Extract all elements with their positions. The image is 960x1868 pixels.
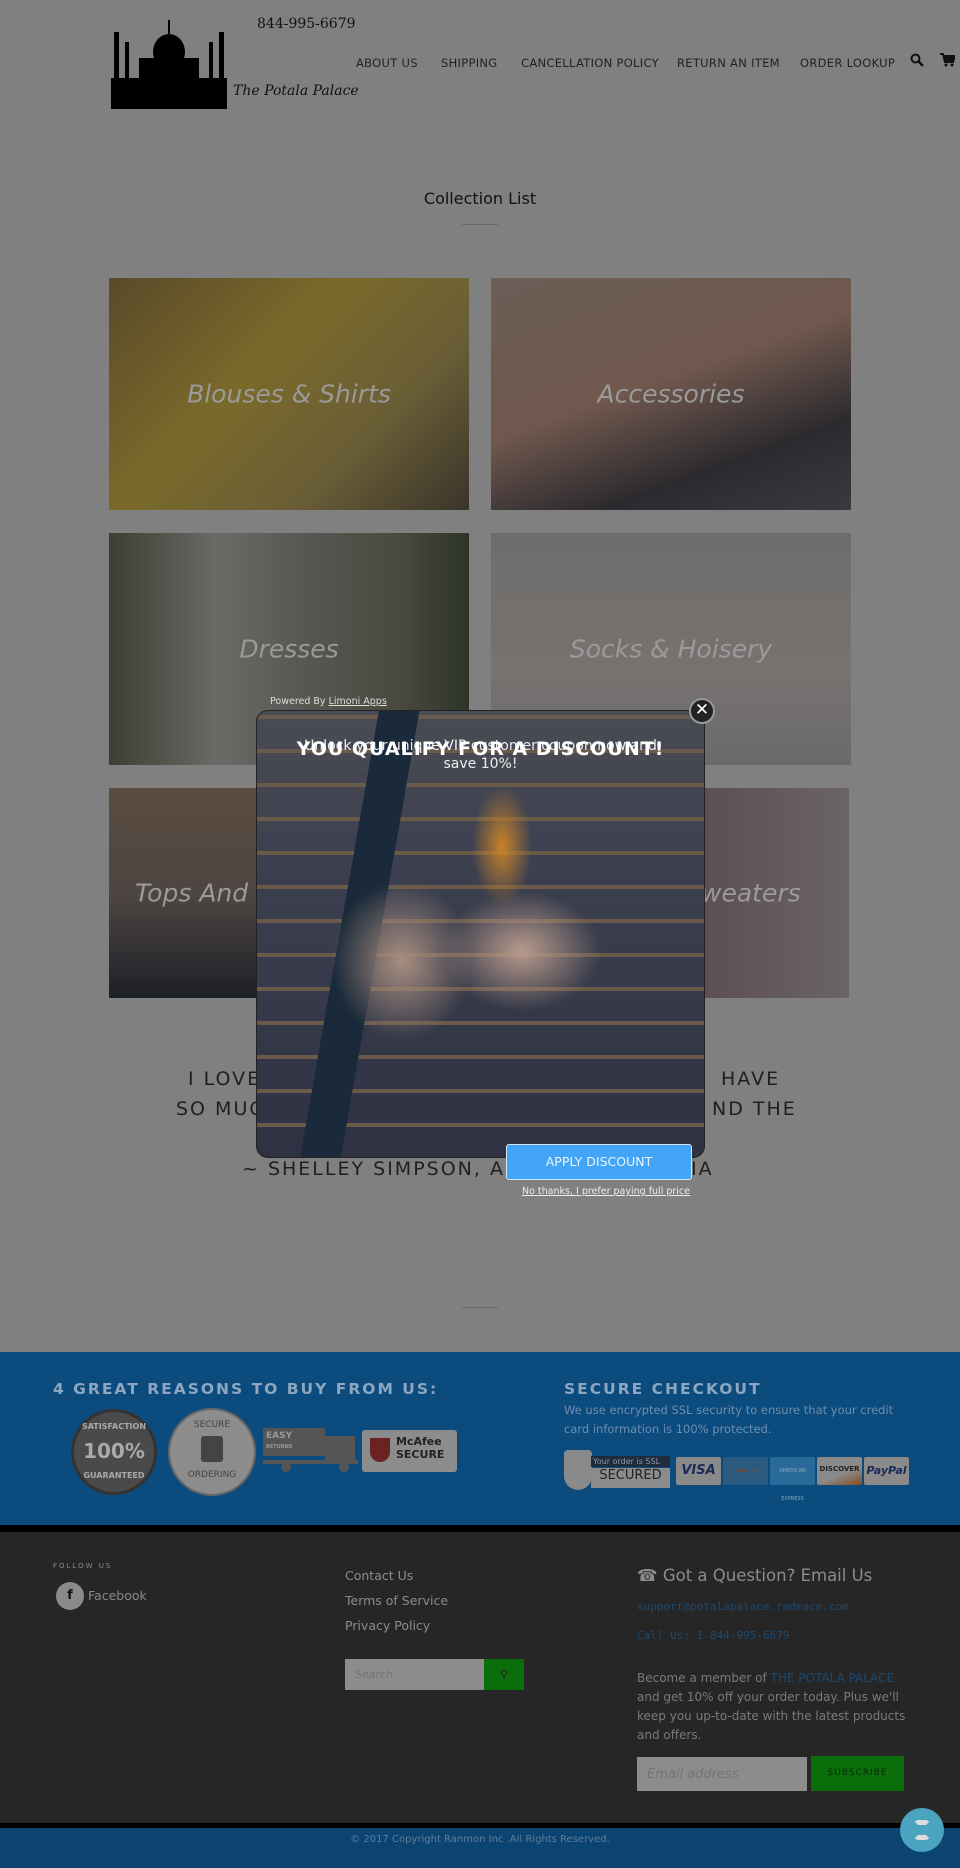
lock-icon xyxy=(201,1436,223,1462)
powered-by: Powered By Limoni Apps xyxy=(270,696,387,707)
divider xyxy=(462,1307,498,1308)
nav-return-an-item[interactable]: RETURN AN ITEM xyxy=(677,56,780,70)
logo[interactable] xyxy=(111,18,227,109)
secure-ordering-badge: SECURE ORDERING xyxy=(168,1408,256,1496)
reasons-title: 4 GREAT REASONS TO BUY FROM US: xyxy=(53,1380,439,1398)
limoni-apps-link[interactable]: Limoni Apps xyxy=(329,696,387,707)
newsletter-email-input[interactable] xyxy=(637,1757,807,1791)
tile-label: Blouses & Shirts xyxy=(187,379,391,409)
nav-shipping[interactable]: SHIPPING xyxy=(441,56,498,70)
close-icon[interactable]: ✕ xyxy=(689,698,715,724)
collection-title: Collection List xyxy=(423,189,537,208)
mcafee-badge: McAfee SECURE xyxy=(362,1430,457,1472)
collection-tile-accessories[interactable]: Accessories xyxy=(491,278,851,510)
payment-cards: VISA mastercard AMERICAN EXPRESS DISCOVE… xyxy=(676,1457,909,1502)
facebook-icon[interactable]: f xyxy=(56,1582,84,1610)
easy-returns-badge: EASY RETURNS xyxy=(263,1428,358,1474)
question-heading: ☎ Got a Question? Email Us xyxy=(637,1566,873,1585)
satisfaction-badge: SATISFACTION 100% GUARANTEED xyxy=(71,1409,157,1495)
checkout-title: SECURE CHECKOUT xyxy=(564,1380,762,1398)
footer-link-contact[interactable]: Contact Us xyxy=(345,1568,413,1583)
divider xyxy=(462,224,498,225)
chat-bubble-icon[interactable] xyxy=(900,1808,944,1852)
popup-image xyxy=(257,711,704,1157)
tile-label: Accessories xyxy=(597,379,745,409)
discount-popup: Unlock your unique VIP customer coupon n… xyxy=(256,710,705,1158)
support-email-link[interactable]: support@potalapalace.radmace.com xyxy=(637,1600,849,1613)
header-phone[interactable]: 844-995-6679 xyxy=(257,16,356,32)
tile-label: weaters xyxy=(701,878,801,908)
tile-label: Socks & Hoisery xyxy=(569,634,773,664)
nav-about-us[interactable]: ABOUT US xyxy=(356,56,418,70)
nav-cancellation-policy[interactable]: CANCELLATION POLICY xyxy=(521,56,659,70)
decline-discount-link[interactable]: No thanks, I prefer paying full price xyxy=(506,1186,706,1197)
collection-tile-blouses[interactable]: Blouses & Shirts xyxy=(109,278,469,510)
checkout-text: We use encrypted SSL security to ensure … xyxy=(564,1403,894,1436)
nav-order-lookup[interactable]: ORDER LOOKUP xyxy=(800,56,895,70)
ssl-secured-badge: Your order is SSL SECURED xyxy=(564,1450,670,1490)
footer-search-button[interactable]: ⚲ xyxy=(484,1659,524,1690)
facebook-link[interactable]: Facebook xyxy=(88,1588,147,1603)
member-text: Become a member of THE POTALA PALACE and … xyxy=(637,1671,906,1742)
footer-link-privacy[interactable]: Privacy Policy xyxy=(345,1618,430,1633)
search-icon[interactable] xyxy=(910,53,924,67)
logo-text: The Potala Palace xyxy=(233,83,359,99)
shield-icon xyxy=(564,1450,592,1490)
search-icon: ⚲ xyxy=(499,1668,509,1681)
footer-link-terms[interactable]: Terms of Service xyxy=(345,1593,448,1608)
popup-headline: YOU QUALIFY FOR A DISCOUNT! xyxy=(296,738,665,760)
follow-us-label: FOLLOW US xyxy=(53,1562,113,1570)
tile-label: Dresses xyxy=(239,634,339,664)
copyright: © 2017 Copyright Ranmon Inc .All Rights … xyxy=(350,1834,610,1845)
cart-icon[interactable] xyxy=(940,53,955,67)
call-us-link[interactable]: Call Us: 1-844-995-6679 xyxy=(637,1629,789,1642)
footer-search-input[interactable] xyxy=(345,1659,484,1690)
subscribe-button[interactable]: SUBSCRIBE xyxy=(811,1756,904,1791)
apply-discount-button[interactable]: APPLY DISCOUNT xyxy=(506,1144,692,1180)
phone-icon: ☎ xyxy=(637,1566,658,1585)
